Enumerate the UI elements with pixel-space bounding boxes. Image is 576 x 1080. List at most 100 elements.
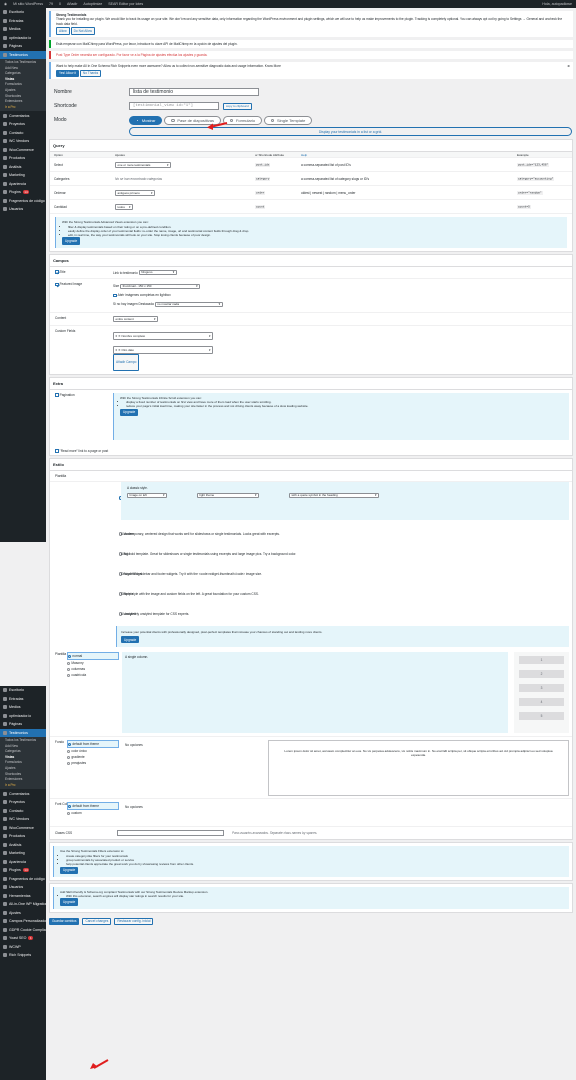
option-radio[interactable] bbox=[68, 742, 72, 747]
option-radio[interactable] bbox=[67, 749, 71, 754]
deny-button[interactable]: Do Not Allow bbox=[70, 27, 95, 35]
sidebar-item-contacto[interactable]: Contacto bbox=[0, 806, 46, 815]
schema-upgrade-button[interactable]: Upgrade bbox=[60, 898, 79, 906]
name-input[interactable]: lista de testimonio bbox=[129, 88, 259, 97]
wp-logo-icon[interactable]: ◉ bbox=[4, 2, 7, 6]
mode-radio[interactable] bbox=[271, 118, 275, 122]
mode-radio[interactable] bbox=[171, 118, 175, 122]
extra-upgrade-button[interactable]: Upgrade bbox=[120, 408, 139, 416]
sidebar-item-optimizador-io[interactable]: optimizador.io bbox=[0, 712, 46, 721]
option-default-from-theme[interactable]: default from theme bbox=[67, 802, 119, 811]
sidebar-item-marketing[interactable]: Marketing bbox=[0, 849, 46, 858]
sidebar-item-medios[interactable]: Medios bbox=[0, 25, 46, 34]
sidebar-item-plugins[interactable]: Plugins 14 bbox=[0, 866, 46, 875]
option-radio[interactable] bbox=[67, 673, 71, 678]
sidebar-item-herramientas[interactable]: Herramientas bbox=[0, 891, 46, 900]
setting-select[interactable]: one or more testimonials ▾ bbox=[115, 162, 171, 168]
sidebar-item-contacto[interactable]: Contacto bbox=[0, 128, 46, 137]
dismiss-icon[interactable]: ⊗ bbox=[567, 64, 570, 68]
autoptimize-menu[interactable]: Autoptimize bbox=[83, 2, 102, 6]
option-normal[interactable]: normal bbox=[67, 652, 119, 661]
template-option-select[interactable]: light theme ▾ bbox=[197, 492, 259, 499]
option-radio[interactable] bbox=[68, 804, 72, 809]
sidebar-item-productos[interactable]: Productos bbox=[0, 154, 46, 163]
mode-radio[interactable] bbox=[230, 118, 234, 122]
sidebar-item-usuarios[interactable]: Usuarios bbox=[0, 205, 46, 214]
setting-select[interactable]: antiguos primero ▾ bbox=[115, 190, 155, 196]
sidebar-item-wcwp[interactable]: WCWP bbox=[0, 942, 46, 951]
sidebar-item-proyectos[interactable]: Proyectos bbox=[0, 798, 46, 807]
help-link[interactable]: Help bbox=[301, 153, 517, 157]
sidebar-item-wc-vendors[interactable]: WC Vendors bbox=[0, 137, 46, 146]
custom-field-2[interactable]: ≡ ✕ Otro dato ▾ bbox=[113, 345, 213, 354]
sidebar-item-woocommerce[interactable]: WooCommerce bbox=[0, 823, 46, 832]
sidebar-item-fragmentos-de-co-digo[interactable]: Fragmentos de código bbox=[0, 874, 46, 883]
setting-select[interactable]: todos ▾ bbox=[115, 204, 133, 210]
new-menu[interactable]: Añadir bbox=[67, 2, 77, 6]
sidebar-item-ajustes[interactable]: Ajustes bbox=[0, 908, 46, 917]
option-radio[interactable] bbox=[67, 811, 71, 816]
option-radio[interactable] bbox=[68, 654, 72, 659]
sidebar-item-rich-snippets[interactable]: Rich Snippets bbox=[0, 951, 46, 960]
sidebar-item-escritorio[interactable]: Escritorio bbox=[0, 686, 46, 695]
sidebar-item-gdpr-cookie-compliance[interactable]: GDPR Cookie Compliance bbox=[0, 925, 52, 934]
sidebar-item-ana-lisis[interactable]: Análisis bbox=[0, 162, 46, 171]
save-button[interactable]: Guardar cambios bbox=[49, 917, 80, 925]
sidebar-item-yoast-seo[interactable]: Yoast SEO 1 bbox=[0, 934, 46, 943]
title-checkbox[interactable] bbox=[55, 270, 59, 274]
user-greeting[interactable]: Hola, autopadlowe bbox=[542, 2, 572, 6]
updates-count[interactable]: 79 bbox=[49, 2, 53, 6]
sidebar-item-plugins[interactable]: Plugins 14 bbox=[0, 188, 46, 197]
query-upgrade-button[interactable]: Upgrade bbox=[62, 237, 81, 245]
allow-tracking-button[interactable]: Yes! Allow it bbox=[56, 69, 79, 78]
comments-count[interactable]: 0 bbox=[59, 2, 61, 6]
no-thanks-button[interactable]: No Thanks bbox=[79, 69, 102, 78]
css-class-input[interactable] bbox=[117, 830, 224, 837]
mode-mostrar[interactable]: Mostrar bbox=[129, 115, 163, 125]
sidebar-item-optimizador-io[interactable]: optimizador.io bbox=[0, 34, 46, 43]
content-select[interactable]: entire content ▾ bbox=[113, 316, 158, 322]
lightbox-checkbox[interactable] bbox=[113, 293, 117, 298]
sidebar-item-wc-vendors[interactable]: WC Vendors bbox=[0, 815, 46, 824]
template-upgrade-button[interactable]: Upgrade bbox=[121, 636, 140, 644]
link-to-select[interactable]: Ninguno ▾ bbox=[138, 269, 177, 276]
custom-field-1[interactable]: ≡ ✕ Nombre completo ▾ bbox=[113, 331, 213, 340]
sidebar-item-testimonios[interactable]: Testimonios bbox=[0, 50, 46, 59]
sidebar-item-pa-ginas[interactable]: Páginas bbox=[0, 720, 46, 729]
option-radio[interactable] bbox=[67, 661, 71, 666]
submenu-item-ir-a-pro[interactable]: Ir a Pro bbox=[0, 783, 46, 789]
sidebar-item-marketing[interactable]: Marketing bbox=[0, 171, 46, 180]
sidebar-item-apariencia[interactable]: Apariencia bbox=[0, 857, 46, 866]
option-radio[interactable] bbox=[67, 667, 71, 672]
sidebar-item-ana-lisis[interactable]: Análisis bbox=[0, 840, 46, 849]
option-radio[interactable] bbox=[67, 755, 71, 760]
sidebar-item-woocommerce[interactable]: WooCommerce bbox=[0, 145, 46, 154]
sidebar-item-fragmentos-de-co-digo[interactable]: Fragmentos de código bbox=[0, 196, 46, 205]
option-cuadri-cula[interactable]: cuadrícula bbox=[67, 672, 119, 678]
option-radio[interactable] bbox=[67, 761, 71, 766]
sidebar-item-entradas[interactable]: Entradas bbox=[0, 695, 46, 704]
image-checkbox[interactable] bbox=[55, 282, 59, 287]
sidebar-item-pa-ginas[interactable]: Páginas bbox=[0, 42, 46, 51]
sidebar-item-entradas[interactable]: Entradas bbox=[0, 17, 46, 26]
mode-radio[interactable] bbox=[136, 118, 140, 122]
template-option-select[interactable]: Image on left ▾ bbox=[127, 492, 167, 499]
sidebar-item-testimonios[interactable]: Testimonios bbox=[0, 728, 46, 737]
no-image-select[interactable]: no mostrar nada ▾ bbox=[154, 301, 223, 308]
site-name[interactable]: Mi sitio WordPress bbox=[13, 2, 43, 6]
option-custom[interactable]: custom bbox=[67, 810, 119, 816]
add-field-button[interactable]: Añadir Campo bbox=[113, 353, 140, 371]
template-option-select[interactable]: with a quote symbol in the heading ▾ bbox=[289, 492, 379, 499]
filters-upgrade-button[interactable]: Upgrade bbox=[60, 866, 79, 874]
option-preajustes[interactable]: preajustes bbox=[67, 760, 119, 766]
submenu-item-ir-a-pro[interactable]: Ir a Pro bbox=[0, 105, 46, 111]
cancel-button[interactable]: Cancel changes bbox=[82, 917, 112, 925]
sidebar-item-usuarios[interactable]: Usuarios bbox=[0, 883, 46, 892]
size-select[interactable]: thumbnail - 150 x 150 ▾ bbox=[120, 283, 201, 290]
sidebar-item-proyectos[interactable]: Proyectos bbox=[0, 120, 46, 129]
restore-button[interactable]: Restaurar config. inicial bbox=[114, 917, 154, 925]
sidebar-item-medios[interactable]: Medios bbox=[0, 703, 46, 712]
mode-formulario[interactable]: Formulario bbox=[223, 115, 263, 125]
sidebar-item-all-in-one-wp-migration[interactable]: All-in-One WP Migration bbox=[0, 900, 47, 909]
read-more-checkbox[interactable] bbox=[55, 449, 59, 453]
